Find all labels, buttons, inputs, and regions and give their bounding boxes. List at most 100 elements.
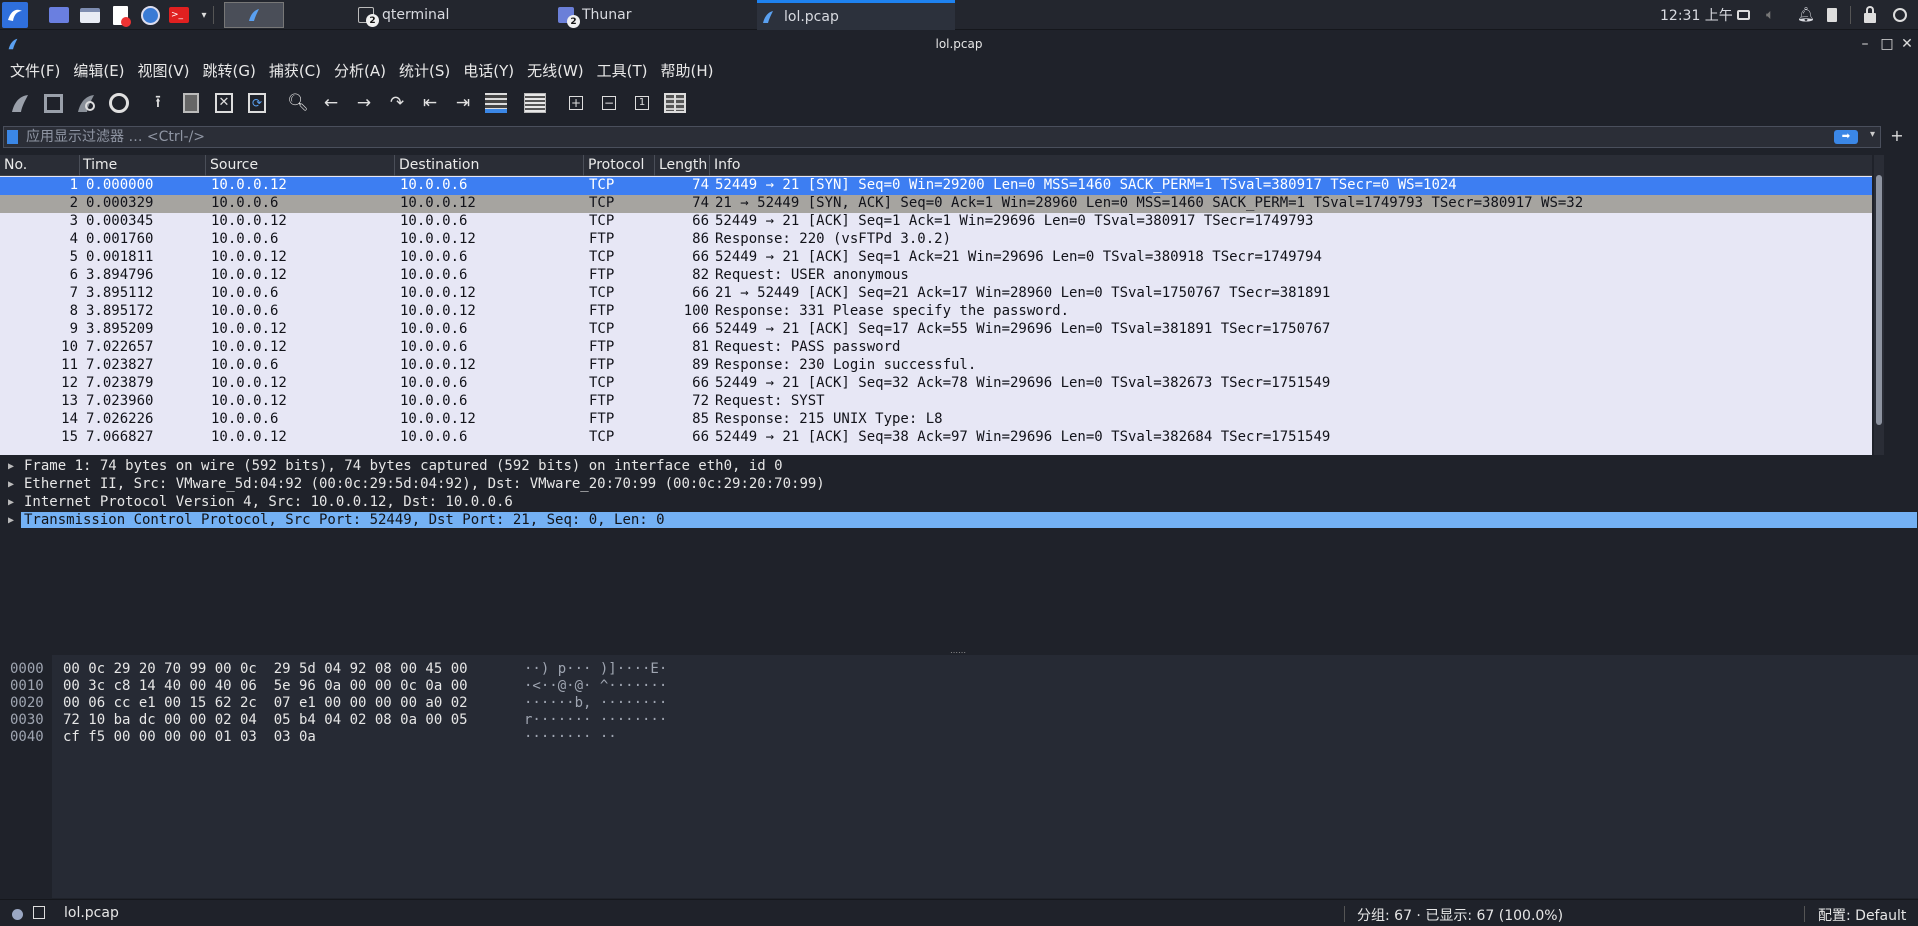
- battery-icon[interactable]: [1827, 0, 1837, 30]
- detail-ipv4[interactable]: ▶ Internet Protocol Version 4, Src: 10.0.…: [0, 494, 1918, 512]
- restart-capture-icon[interactable]: [72, 89, 100, 117]
- maximize-button[interactable]: □: [1878, 35, 1896, 53]
- bytes-offset[interactable]: 0010: [10, 678, 44, 695]
- stop-capture-icon[interactable]: [39, 89, 67, 117]
- text-editor-icon[interactable]: [108, 3, 132, 27]
- column-header-length[interactable]: Length: [659, 157, 707, 173]
- bytes-hex[interactable]: 72 10 ba dc 00 00 02 04 05 b4 04 02 08 0…: [63, 712, 468, 729]
- packet-row[interactable]: 7 3.895112 10.0.0.6 10.0.0.12 TCP 66 21 → 5244…: [0, 285, 1872, 303]
- packet-row[interactable]: 12 7.023879 10.0.0.12 10.0.0.6 TCP 66 52449 → …: [0, 375, 1872, 393]
- colorize-icon[interactable]: [521, 89, 549, 117]
- bytes-hex[interactable]: 00 0c 29 20 70 99 00 0c 29 5d 04 92 08 0…: [63, 661, 468, 678]
- reload-file-icon[interactable]: ⟳: [243, 89, 271, 117]
- detail-tcp[interactable]: ▶ Transmission Control Protocol, Src Port…: [0, 512, 1918, 530]
- expand-arrow-icon[interactable]: ▶: [8, 476, 14, 494]
- packet-row[interactable]: 6 3.894796 10.0.0.12 10.0.0.6 FTP 82 Request: …: [0, 267, 1872, 285]
- desktop-icon[interactable]: [47, 3, 71, 27]
- packet-row[interactable]: 10 7.022657 10.0.0.12 10.0.0.6 FTP 81 Request:…: [0, 339, 1872, 357]
- bytes-hex[interactable]: 00 06 cc e1 00 15 62 2c 07 e1 00 00 00 0…: [63, 695, 468, 712]
- close-file-icon[interactable]: ✕: [210, 89, 238, 117]
- column-header-info[interactable]: Info: [714, 157, 741, 173]
- display-filter-input[interactable]: [26, 128, 1826, 146]
- lock-icon[interactable]: [1864, 0, 1876, 30]
- volume-icon[interactable]: 🔈︎: [1766, 0, 1774, 30]
- first-packet-icon[interactable]: ⇤: [416, 89, 444, 117]
- expert-info-icon[interactable]: [12, 909, 23, 920]
- bytes-ascii[interactable]: r······· ········: [524, 712, 667, 729]
- terminal-icon[interactable]: >_: [167, 3, 191, 27]
- packet-row[interactable]: 15 7.066827 10.0.0.12 10.0.0.6 TCP 66 52449 → …: [0, 429, 1872, 447]
- bytes-offset[interactable]: 0000: [10, 661, 44, 678]
- column-header-time[interactable]: Time: [83, 157, 117, 173]
- column-header-destination[interactable]: Destination: [399, 157, 479, 173]
- capture-options-icon[interactable]: [105, 89, 133, 117]
- chevron-down-icon[interactable]: ▾: [1870, 129, 1875, 140]
- menu-tools[interactable]: 工具(T): [591, 60, 655, 81]
- save-file-icon[interactable]: [177, 89, 205, 117]
- power-icon[interactable]: [1893, 0, 1907, 30]
- menu-capture[interactable]: 捕获(C): [263, 60, 328, 81]
- menu-wireless[interactable]: 无线(W): [521, 60, 591, 81]
- display-icon[interactable]: [1737, 0, 1750, 30]
- packet-row[interactable]: 1 0.000000 10.0.0.12 10.0.0.6 TCP 74 52449 → 2…: [0, 177, 1872, 195]
- packet-row[interactable]: 9 3.895209 10.0.0.12 10.0.0.6 TCP 66 52449 → 2…: [0, 321, 1872, 339]
- zoom-in-icon[interactable]: +: [562, 89, 590, 117]
- menu-edit[interactable]: 编辑(E): [67, 60, 131, 81]
- menu-view[interactable]: 视图(V): [132, 60, 197, 81]
- zoom-out-icon[interactable]: −: [595, 89, 623, 117]
- status-profile[interactable]: 配置: Default: [1818, 905, 1906, 925]
- packet-row[interactable]: 14 7.026226 10.0.0.6 10.0.0.12 FTP 85 Response…: [0, 411, 1872, 429]
- task-qterminal[interactable]: 2 qterminal: [358, 0, 548, 30]
- resize-columns-icon[interactable]: [661, 89, 689, 117]
- bell-icon[interactable]: 🔔︎: [1797, 0, 1815, 30]
- menu-statistics[interactable]: 统计(S): [393, 60, 457, 81]
- normal-size-icon[interactable]: 1: [628, 89, 656, 117]
- add-filter-button[interactable]: +: [1887, 126, 1907, 148]
- menu-go[interactable]: 跳转(G): [197, 60, 263, 81]
- apply-filter-button[interactable]: ➡: [1834, 130, 1858, 144]
- close-button[interactable]: ✕: [1898, 35, 1916, 53]
- go-forward-icon[interactable]: →: [350, 89, 378, 117]
- bytes-ascii[interactable]: ··) p··· )]····E·: [524, 661, 667, 678]
- clock[interactable]: 12:31 上午: [1660, 0, 1733, 30]
- expand-arrow-icon[interactable]: ▶: [8, 458, 14, 476]
- browser-icon[interactable]: [138, 3, 162, 27]
- bookmark-icon[interactable]: [7, 130, 18, 144]
- packet-row[interactable]: 2 0.000329 10.0.0.6 10.0.0.12 TCP 74 21 → 5244…: [0, 195, 1872, 213]
- expand-arrow-icon[interactable]: ▶: [8, 512, 14, 530]
- packet-row[interactable]: 8 3.895172 10.0.0.6 10.0.0.12 FTP 100 Response…: [0, 303, 1872, 321]
- packet-row[interactable]: 11 7.023827 10.0.0.6 10.0.0.12 FTP 89 Response…: [0, 357, 1872, 375]
- go-to-packet-icon[interactable]: ↷: [383, 89, 411, 117]
- start-capture-icon[interactable]: [6, 89, 34, 117]
- bytes-ascii[interactable]: ········ ··: [524, 729, 617, 746]
- pane-splitter[interactable]: ⋯⋯: [0, 648, 1918, 657]
- bytes-ascii[interactable]: ······b, ········: [524, 695, 667, 712]
- bytes-offset[interactable]: 0020: [10, 695, 44, 712]
- minimize-button[interactable]: –: [1856, 35, 1874, 53]
- kali-menu-icon[interactable]: [2, 2, 28, 28]
- bytes-hex[interactable]: cf f5 00 00 00 00 01 03 03 0a: [63, 729, 316, 746]
- bytes-offset[interactable]: 0030: [10, 712, 44, 729]
- task-thunar[interactable]: 2 Thunar: [558, 0, 748, 30]
- menu-help[interactable]: 帮助(H): [655, 60, 721, 81]
- column-header-protocol[interactable]: Protocol: [588, 157, 644, 173]
- packet-row[interactable]: 5 0.001811 10.0.0.12 10.0.0.6 TCP 66 52449 → 2…: [0, 249, 1872, 267]
- go-back-icon[interactable]: ←: [317, 89, 345, 117]
- packet-row[interactable]: 13 7.023960 10.0.0.12 10.0.0.6 FTP 72 Request:…: [0, 393, 1872, 411]
- column-header-source[interactable]: Source: [210, 157, 258, 173]
- bytes-hex[interactable]: 00 3c c8 14 40 00 40 06 5e 96 0a 00 00 0…: [63, 678, 468, 695]
- detail-ethernet[interactable]: ▶ Ethernet II, Src: VMware_5d:04:92 (00:0…: [0, 476, 1918, 494]
- column-header-no[interactable]: No.: [4, 157, 27, 173]
- detail-frame[interactable]: ▶ Frame 1: 74 bytes on wire (592 bits), 7…: [0, 458, 1918, 476]
- autoscroll-icon[interactable]: [482, 89, 510, 117]
- task-lol-pcap[interactable]: lol.pcap: [757, 0, 955, 30]
- bytes-ascii[interactable]: ·<··@·@· ^·······: [524, 678, 667, 695]
- bytes-offset[interactable]: 0040: [10, 729, 44, 746]
- packet-row[interactable]: 4 0.001760 10.0.0.6 10.0.0.12 FTP 86 Response:…: [0, 231, 1872, 249]
- menu-telephony[interactable]: 电话(Y): [457, 60, 521, 81]
- find-packet-icon[interactable]: 🔍︎: [284, 89, 312, 117]
- file-manager-icon[interactable]: [78, 3, 102, 27]
- wireshark-launcher-icon[interactable]: [224, 2, 284, 28]
- edit-comment-icon[interactable]: [33, 906, 45, 919]
- expand-arrow-icon[interactable]: ▶: [8, 494, 14, 512]
